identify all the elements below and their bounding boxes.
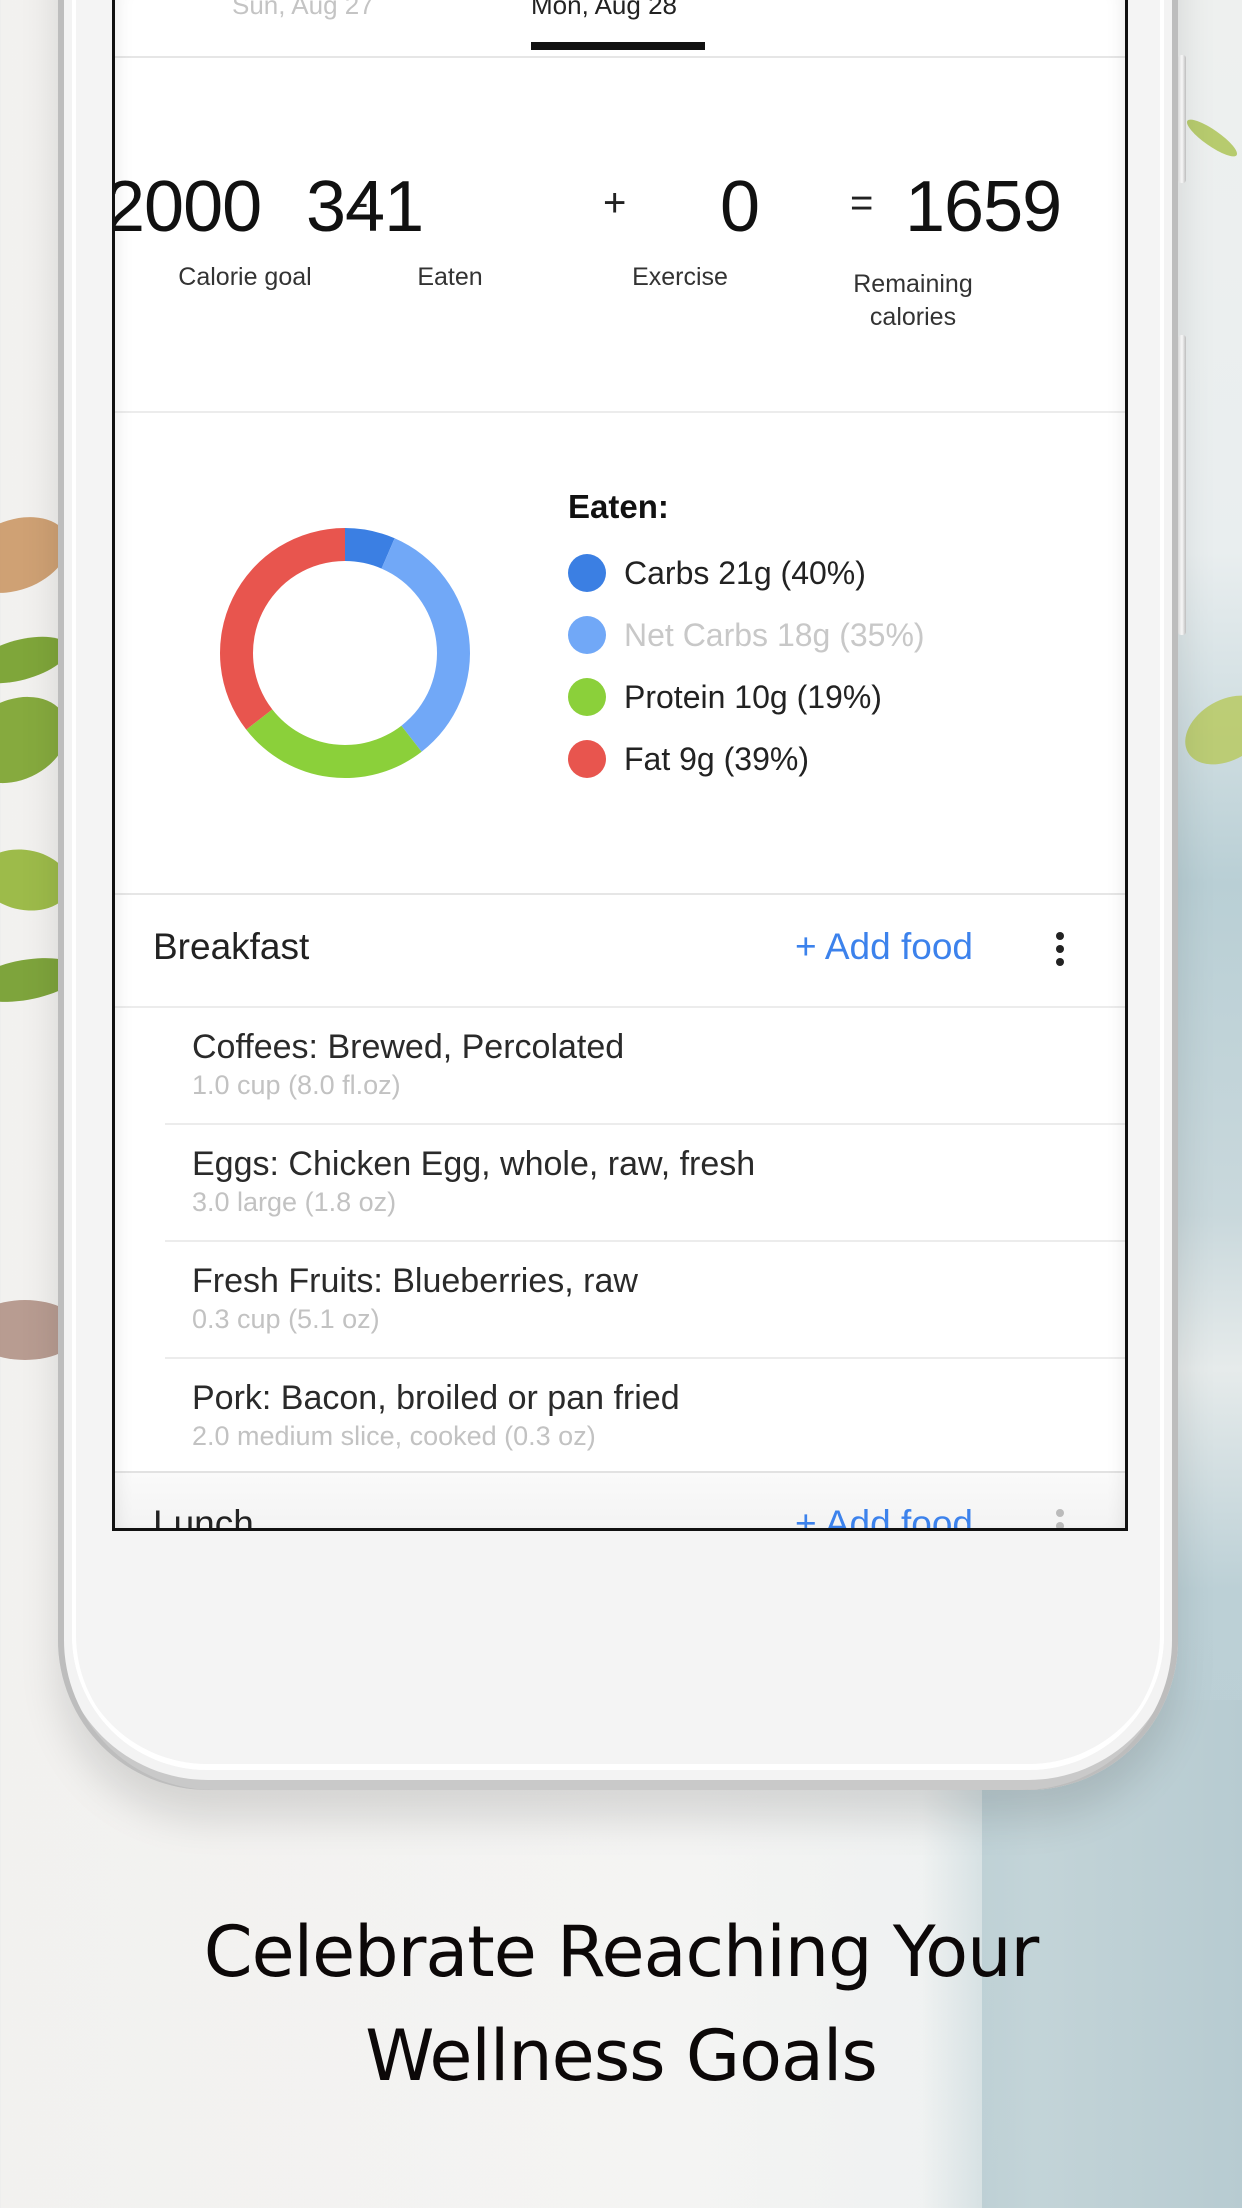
tagline-line1: Celebrate Reaching Your <box>203 1911 1040 1993</box>
food-item[interactable]: Eggs: Chicken Egg, whole, raw, fresh 3.0… <box>165 1125 1125 1242</box>
macros-legend: Eaten: Carbs 21g (40%) Net Carbs 18g (35… <box>568 488 925 790</box>
remaining-label-line2: calories <box>869 303 957 331</box>
calorie-goal-label: Calorie goal <box>178 263 312 291</box>
meal-header-lunch: Lunch + Add food <box>115 1471 1125 1531</box>
legend-label-carbs: Carbs 21g (40%) <box>624 554 866 591</box>
donut-segment-protein <box>246 709 422 778</box>
exercise-label: Exercise <box>632 263 728 291</box>
exercise-value: 0 <box>720 167 760 247</box>
active-tab-indicator <box>531 42 705 50</box>
breakfast-food-list: Coffees: Brewed, Percolated 1.0 cup (8.0… <box>115 1008 1125 1475</box>
food-quantity: 2.0 medium slice, cooked (0.3 oz) <box>192 1421 596 1451</box>
carbs-color-dot <box>568 554 606 592</box>
add-food-button-breakfast[interactable]: + Add food <box>795 926 973 968</box>
calorie-goal-value: 2000 <box>112 167 262 247</box>
remaining-label-line1: Remaining <box>853 270 973 298</box>
phone-side-button <box>1178 335 1186 635</box>
food-item[interactable]: Pork: Bacon, broiled or pan fried 2.0 me… <box>165 1359 1125 1475</box>
legend-label-protein: Protein 10g (19%) <box>624 678 882 715</box>
legend-item-net-carbs: Net Carbs 18g (35%) <box>568 604 925 666</box>
calorie-summary: 2000 - 341 + 0 = 1659 Calorie goal Eaten… <box>115 56 1125 413</box>
more-options-icon[interactable] <box>1055 1509 1065 1528</box>
legend-title: Eaten: <box>568 488 669 525</box>
food-item[interactable]: Fresh Fruits: Blueberries, raw 0.3 cup (… <box>165 1242 1125 1359</box>
date-tab-current[interactable]: Mon, Aug 28 <box>531 0 677 21</box>
food-name: Eggs: Chicken Egg, whole, raw, fresh <box>192 1145 756 1183</box>
legend-item-fat: Fat 9g (39%) <box>568 728 925 790</box>
food-quantity: 0.3 cup (5.1 oz) <box>192 1304 380 1334</box>
remaining-calories-label: Remaining calories <box>813 268 1013 334</box>
donut-segment-fat <box>220 528 345 730</box>
legend-item-carbs: Carbs 21g (40%) <box>568 542 925 604</box>
food-quantity: 3.0 large (1.8 oz) <box>192 1187 397 1217</box>
fat-color-dot <box>568 740 606 778</box>
food-item[interactable]: Coffees: Brewed, Percolated 1.0 cup (8.0… <box>165 1008 1125 1125</box>
date-tabs: Sun, Aug 27 Mon, Aug 28 <box>115 0 1125 58</box>
protein-color-dot <box>568 678 606 716</box>
meal-title-breakfast: Breakfast <box>153 926 310 967</box>
meal-title-lunch: Lunch <box>153 1503 254 1531</box>
legend-label-fat: Fat 9g (39%) <box>624 740 809 777</box>
more-options-icon[interactable] <box>1055 932 1065 972</box>
phone-volume-button <box>1178 55 1186 183</box>
donut-segment-net-carbs <box>381 538 470 752</box>
food-name: Coffees: Brewed, Percolated <box>192 1028 625 1066</box>
legend-item-protein: Protein 10g (19%) <box>568 666 925 728</box>
marketing-tagline: Celebrate Reaching Your Wellness Goals <box>0 1900 1242 2108</box>
meal-header-breakfast: Breakfast + Add food <box>115 896 1125 1008</box>
food-name: Pork: Bacon, broiled or pan fried <box>192 1379 680 1417</box>
add-food-button-lunch[interactable]: + Add food <box>795 1503 973 1528</box>
eaten-value: 341 <box>306 167 424 247</box>
equals-operator: = <box>850 181 874 225</box>
legend-label-net-carbs: Net Carbs 18g (35%) <box>624 616 925 653</box>
app-screen: Sun, Aug 27 Mon, Aug 28 2000 - 341 + 0 =… <box>112 0 1128 1531</box>
remaining-calories-value: 1659 <box>905 167 1062 247</box>
macros-donut-chart <box>220 528 470 778</box>
date-tab-previous[interactable]: Sun, Aug 27 <box>232 0 374 21</box>
food-name: Fresh Fruits: Blueberries, raw <box>192 1262 638 1300</box>
macros-section: Eaten: Carbs 21g (40%) Net Carbs 18g (35… <box>115 413 1125 895</box>
plus-operator: + <box>603 181 627 225</box>
eaten-label: Eaten <box>417 263 483 291</box>
net-carbs-color-dot <box>568 616 606 654</box>
tagline-line2: Wellness Goals <box>365 2015 878 2097</box>
food-quantity: 1.0 cup (8.0 fl.oz) <box>192 1070 401 1100</box>
